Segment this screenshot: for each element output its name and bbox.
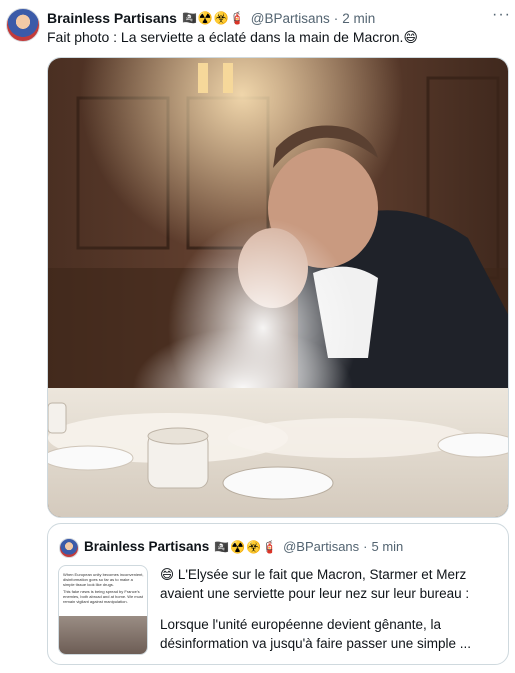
thumbnail-text-1: When European unity becomes inconvenient… (63, 572, 144, 587)
more-options-icon[interactable]: ··· (492, 6, 511, 24)
quoted-tweet-header: Brainless Partisans 🏴‍☠️☢️☣️🧯 @BPartisan… (84, 539, 403, 554)
quoted-author-name: Brainless Partisans (84, 539, 210, 554)
thumbnail-text-2: This fake news is being spread by France… (63, 589, 143, 604)
quoted-author-handle: @BPartisans (283, 539, 360, 554)
quoted-timestamp: 5 min (371, 539, 404, 554)
quoted-thumbnail[interactable]: When European unity becomes inconvenient… (58, 565, 148, 655)
quoted-thumbnail-image (59, 616, 147, 654)
quoted-tweet-text: 😄 L'Elysée sur le fait que Macron, Starm… (160, 565, 500, 653)
author-name[interactable]: Brainless Partisans (47, 10, 177, 26)
separator-dot: · (333, 10, 339, 26)
tweet-header: Brainless Partisans 🏴‍☠️☢️☣️🧯 @BPartisan… (47, 8, 505, 28)
quoted-text-line-1: 😄 L'Elysée sur le fait que Macron, Starm… (160, 567, 467, 582)
quoted-text-line-3: Lorsque l'unité européenne devient gênan… (160, 617, 442, 632)
quoted-author-badge-emojis: 🏴‍☠️☢️☣️🧯 (214, 539, 279, 554)
tweet-photo[interactable] (47, 57, 509, 518)
tweet-timestamp[interactable]: 2 min (342, 11, 375, 26)
author-avatar[interactable] (6, 8, 40, 42)
quoted-author-avatar (59, 538, 79, 558)
quoted-separator-dot: · (363, 539, 368, 554)
quoted-text-line-4: désinformation va jusqu'à faire passer u… (160, 636, 471, 651)
quoted-tweet[interactable]: Brainless Partisans 🏴‍☠️☢️☣️🧯 @BPartisan… (47, 523, 509, 665)
quoted-thumbnail-text: When European unity becomes inconvenient… (63, 572, 145, 606)
author-badge-emojis: 🏴‍☠️☢️☣️🧯 (181, 11, 246, 25)
quoted-text-line-2: avaient une serviette pour leur nez sur … (160, 586, 470, 601)
tweet-text: Fait photo : La serviette a éclaté dans … (47, 29, 419, 45)
author-handle[interactable]: @BPartisans (251, 11, 330, 26)
photo-illustration (48, 58, 508, 517)
